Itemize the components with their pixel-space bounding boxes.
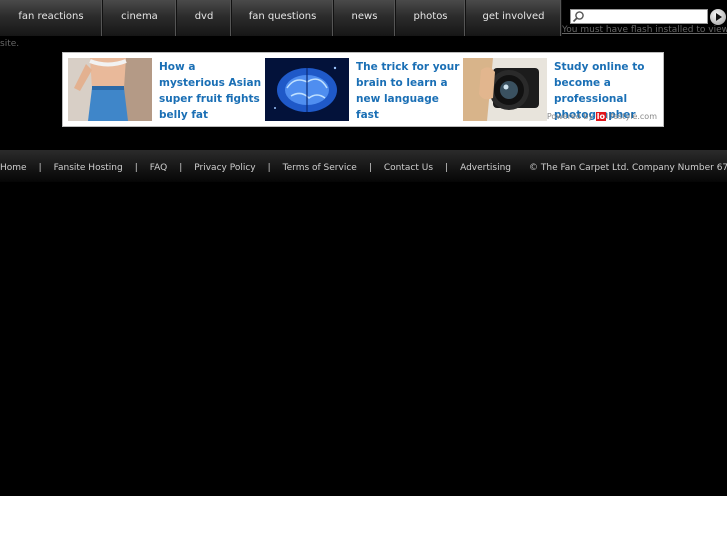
ad-brand-logo: lo (595, 112, 606, 121)
footer-separator: | (445, 163, 449, 173)
ad-thumb-belly (68, 58, 152, 121)
ad-thumb-camera (463, 58, 547, 121)
nav-cinema[interactable]: cinema (103, 0, 177, 36)
ad-text-superfruit[interactable]: How a mysterious Asian super fruit fight… (159, 59, 263, 123)
ad-brand-name: lifestyle.com (606, 112, 657, 121)
footer-link-terms-of-service[interactable]: Terms of Service (283, 163, 357, 173)
nav-photos[interactable]: photos (396, 0, 466, 36)
ad-thumb-brain (265, 58, 349, 121)
search-go-icon[interactable] (710, 9, 726, 25)
footer-separator: | (134, 163, 138, 173)
footer-link-privacy-policy[interactable]: Privacy Policy (194, 163, 255, 173)
footer-separator: | (368, 163, 372, 173)
ad-text-language[interactable]: The trick for your brain to learn a new … (356, 59, 460, 123)
ad-item-superfruit[interactable]: How a mysterious Asian super fruit fight… (68, 57, 264, 123)
flash-notice-continued: site. (0, 39, 20, 49)
page-background: fan reactions cinema dvd fan questions n… (0, 0, 727, 496)
nav-fan-reactions[interactable]: fan reactions (0, 0, 103, 36)
nav-news[interactable]: news (334, 0, 396, 36)
ad-panel: How a mysterious Asian super fruit fight… (62, 52, 664, 127)
footer-bar: Home | Fansite Hosting | FAQ | Privacy Policy |… (0, 150, 727, 182)
footer-separator: | (267, 163, 271, 173)
nav-fan-questions[interactable]: fan questions (232, 0, 334, 36)
ad-brand-attribution[interactable]: Powered by lolifestyle.com (547, 112, 657, 121)
footer-link-advertising[interactable]: Advertising (460, 163, 511, 173)
footer-link-faq[interactable]: FAQ (150, 163, 167, 173)
footer-link-contact-us[interactable]: Contact Us (384, 163, 433, 173)
nav-dvd[interactable]: dvd (177, 0, 232, 36)
main-nav-bar: fan reactions cinema dvd fan questions n… (0, 0, 562, 36)
footer-link-fansite-hosting[interactable]: Fansite Hosting (54, 163, 123, 173)
nav-get-involved[interactable]: get involved (466, 0, 562, 36)
ad-brand-prefix: Powered by (546, 112, 594, 121)
ad-item-language[interactable]: The trick for your brain to learn a new … (265, 57, 461, 123)
footer-links: Home | Fansite Hosting | FAQ | Privacy Policy |… (0, 163, 727, 173)
flash-notice-link[interactable]: You must have flash installed to view th… (562, 25, 727, 35)
magnifier-icon (572, 11, 584, 23)
footer-separator: | (38, 163, 42, 173)
footer-link-home[interactable]: Home (0, 163, 27, 173)
footer-separator: | (179, 163, 183, 173)
copyright-text: © The Fan Carpet Ltd. Company Number 670… (529, 163, 727, 173)
search-input[interactable] (570, 9, 708, 24)
